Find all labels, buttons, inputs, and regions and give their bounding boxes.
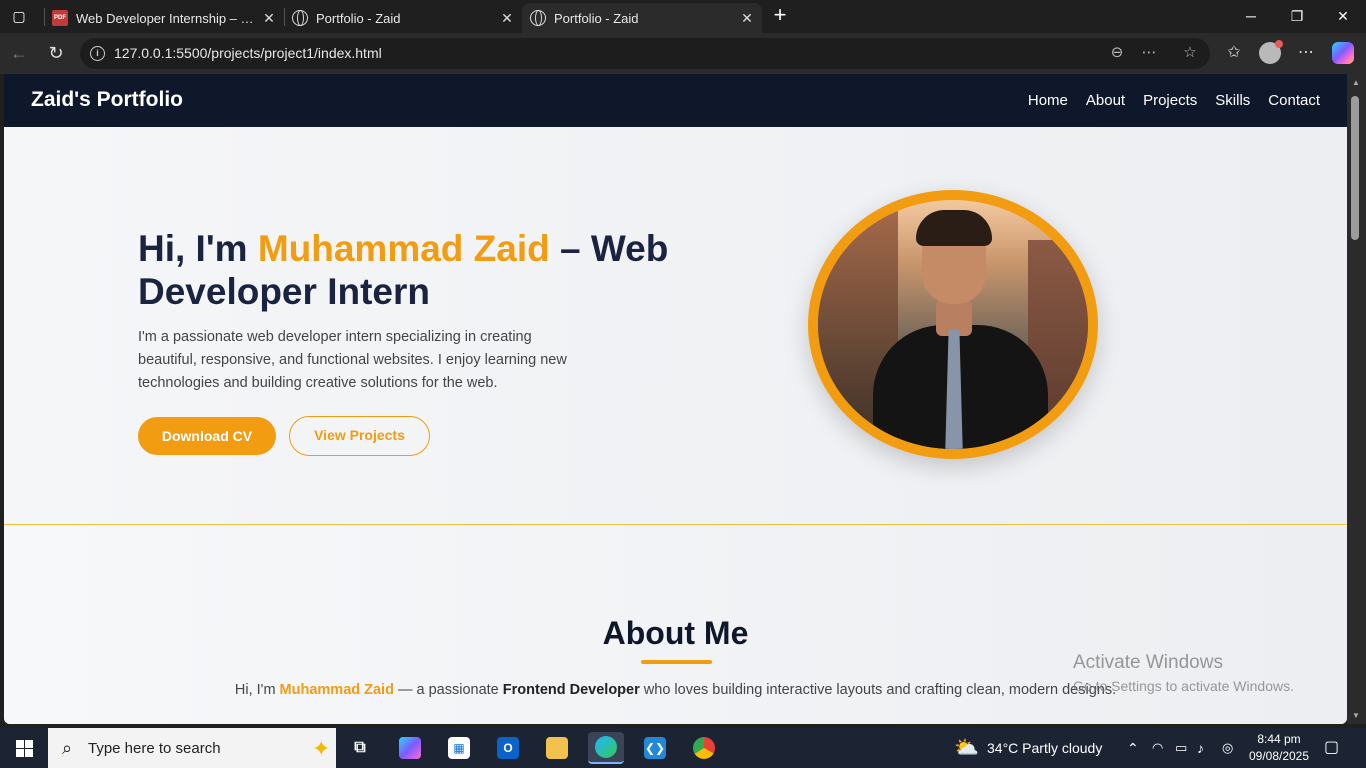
nav-link-skills[interactable]: Skills: [1215, 92, 1250, 109]
about-title-underline: [641, 660, 712, 664]
hero-title-name: Muhammad Zaid: [257, 228, 550, 269]
page-scrollbar[interactable]: ▲ ▼: [1347, 74, 1366, 724]
profile-photo: [808, 190, 1098, 459]
nav-link-contact[interactable]: Contact: [1268, 92, 1320, 109]
url-text[interactable]: 127.0.0.1:5500/projects/project1/index.h…: [114, 45, 382, 61]
address-bar[interactable]: i 127.0.0.1:5500/projects/project1/index…: [80, 38, 1210, 69]
activate-windows-title: Activate Windows: [1073, 652, 1223, 673]
weather-text[interactable]: 34°C Partly cloudy: [987, 728, 1102, 768]
site-info-icon[interactable]: i: [90, 46, 105, 61]
settings-more-icon[interactable]: ⋯: [1295, 42, 1317, 64]
search-placeholder: Type here to search: [88, 740, 221, 757]
notifications-icon[interactable]: ▢: [1324, 728, 1339, 768]
volume-icon[interactable]: ♪: [1197, 728, 1204, 768]
network-icon[interactable]: ◠: [1152, 728, 1163, 768]
nav-link-home[interactable]: Home: [1028, 92, 1068, 109]
nav-link-about[interactable]: About: [1086, 92, 1125, 109]
hero-description: I'm a passionate web developer intern sp…: [138, 329, 567, 391]
outlook-icon[interactable]: O: [490, 732, 526, 764]
globe-icon: [292, 10, 308, 26]
tab-portfolio-active[interactable]: Portfolio - Zaid ✕: [522, 3, 762, 33]
tab-actions-icon[interactable]: ▢: [10, 8, 28, 24]
search-icon: ⌕: [62, 738, 73, 758]
refresh-icon[interactable]: ↻: [45, 42, 67, 64]
back-icon[interactable]: ←: [8, 42, 30, 64]
scroll-down-icon[interactable]: ▼: [1352, 711, 1360, 720]
scroll-thumb[interactable]: [1351, 96, 1359, 240]
browser-tab-strip: ▢ PDF Web Developer Internship – Proje ✕…: [0, 0, 1366, 33]
windows-taskbar: ⌕ Type here to search ✦ ⧉ ▦ O ❮❯ ⛅ 34°C …: [0, 728, 1366, 768]
globe-icon: [530, 10, 546, 26]
hero-section: Hi, I'm Muhammad Zaid – Web Developer In…: [4, 127, 1347, 525]
chrome-icon[interactable]: [686, 732, 722, 764]
clock-date: 09/08/2025: [1248, 749, 1310, 763]
close-tab-icon[interactable]: ✕: [500, 10, 514, 27]
download-cv-button[interactable]: Download CV: [138, 417, 276, 455]
taskbar-search[interactable]: ⌕ Type here to search ✦: [48, 728, 336, 768]
pdf-icon: PDF: [52, 10, 68, 26]
vscode-icon[interactable]: ❮❯: [637, 732, 673, 764]
file-explorer-icon[interactable]: [539, 732, 575, 764]
restore-icon[interactable]: ❐: [1274, 0, 1320, 33]
tab-portfolio-1[interactable]: Portfolio - Zaid ✕: [284, 3, 522, 33]
nav-link-projects[interactable]: Projects: [1143, 92, 1197, 109]
task-view-icon[interactable]: ⧉: [342, 732, 378, 764]
edge-browser-icon[interactable]: [588, 732, 624, 764]
activate-windows-subtitle: Go to Settings to activate Windows.: [1073, 678, 1294, 694]
scroll-up-icon[interactable]: ▲: [1352, 78, 1360, 87]
about-title: About Me: [602, 615, 749, 651]
close-window-icon[interactable]: ✕: [1320, 0, 1366, 33]
copilot-sparkle-icon[interactable]: ✦: [312, 736, 330, 762]
more-page-actions-icon[interactable]: ⋯: [1139, 43, 1159, 63]
close-tab-icon[interactable]: ✕: [740, 10, 754, 27]
activate-windows-watermark: Activate Windows Go to Settings to activ…: [1073, 652, 1294, 694]
windows-start-icon[interactable]: [0, 728, 48, 768]
microsoft-store-icon[interactable]: ▦: [441, 732, 477, 764]
about-intro-pre: Hi, I'm: [234, 682, 280, 698]
about-intro-role: Frontend Developer: [502, 682, 640, 698]
site-navbar: Zaid's Portfolio Home About Projects Ski…: [4, 74, 1347, 127]
battery-icon[interactable]: ▭: [1175, 728, 1187, 768]
taskbar-clock[interactable]: 8:44 pm 09/08/2025: [1244, 731, 1314, 765]
tab-internship[interactable]: PDF Web Developer Internship – Proje ✕: [44, 3, 284, 33]
close-tab-icon[interactable]: ✕: [262, 10, 276, 27]
tab-title: Web Developer Internship – Proje: [76, 10, 254, 26]
profile-avatar-icon[interactable]: [1259, 40, 1283, 64]
about-intro-post: who loves building interactive layouts a…: [639, 682, 1117, 698]
about-section: About Me Hi, I'm Muhammad Zaid — a passi…: [4, 526, 1347, 724]
copilot-app-icon[interactable]: [392, 732, 428, 764]
tab-title: Portfolio - Zaid: [554, 10, 639, 26]
hero-title-prefix: Hi, I'm: [138, 228, 258, 269]
minimize-icon[interactable]: ─: [1228, 0, 1274, 33]
copilot-icon[interactable]: [1332, 42, 1354, 64]
favorites-icon[interactable]: ✩: [1223, 42, 1245, 64]
favorite-star-icon[interactable]: ☆: [1180, 43, 1200, 63]
meet-now-icon[interactable]: ◎: [1222, 728, 1233, 768]
tab-title: Portfolio - Zaid: [316, 10, 401, 26]
new-tab-icon[interactable]: +: [770, 4, 790, 26]
about-intro-mid: — a passionate: [393, 682, 503, 698]
show-hidden-icons-icon[interactable]: ⌃: [1127, 728, 1139, 768]
site-brand[interactable]: Zaid's Portfolio: [31, 88, 183, 112]
weather-icon[interactable]: ⛅: [954, 728, 979, 768]
clock-time: 8:44 pm: [1257, 732, 1301, 746]
about-intro-name: Muhammad Zaid: [279, 682, 394, 698]
page-viewport: Zaid's Portfolio Home About Projects Ski…: [4, 74, 1347, 724]
zoom-out-icon[interactable]: ⊖: [1107, 43, 1127, 63]
address-toolbar: ← ↻ i 127.0.0.1:5500/projects/project1/i…: [0, 33, 1366, 74]
site-nav-links: Home About Projects Skills Contact: [1028, 92, 1320, 109]
view-projects-button[interactable]: View Projects: [289, 416, 430, 456]
hero-title: Hi, I'm Muhammad Zaid – Web Developer In…: [138, 227, 698, 313]
